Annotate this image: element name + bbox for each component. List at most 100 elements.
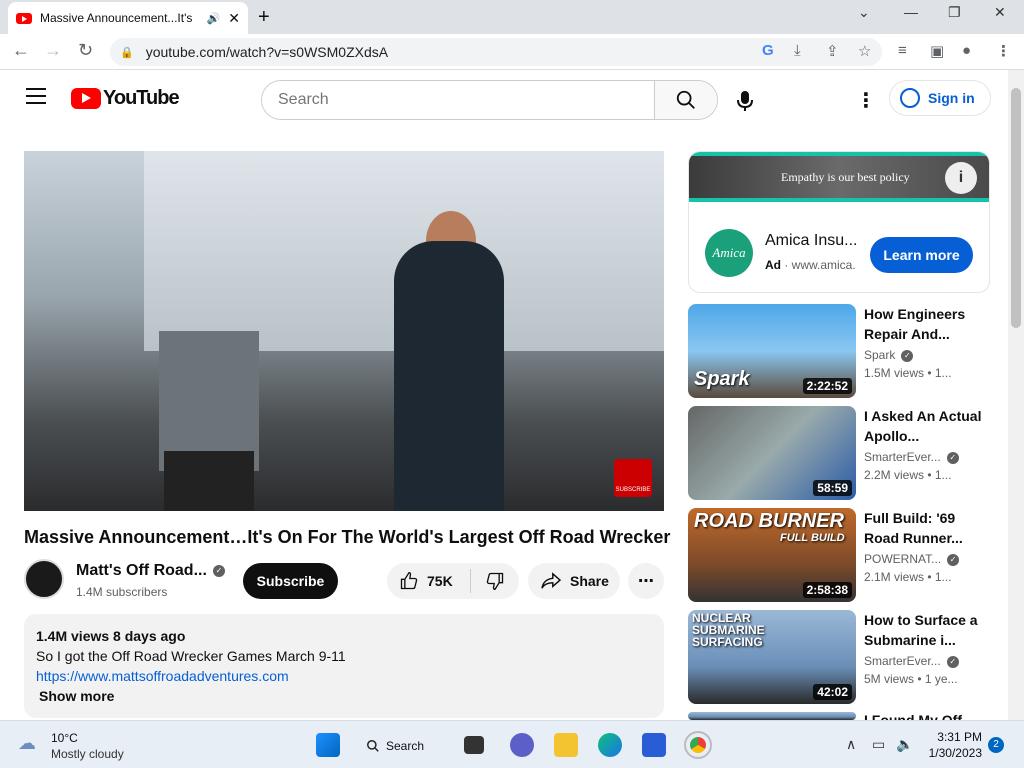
network-icon[interactable]: ▭ [872,736,885,753]
reload-icon[interactable]: ↻ [78,40,93,61]
recommendation-meta: 5M views • 1 ye... [864,672,958,686]
subscriber-count: 1.4M subscribers [76,585,168,599]
thumbnail-label: ROAD BURNER [694,510,844,532]
recommendation-item[interactable]: NUCLEAR SUBMARINE SURFACING 42:02 How to… [688,610,990,704]
ad-meta: Ad · www.amica. [765,258,856,272]
restore-icon[interactable]: ❐ [948,4,961,21]
recommendation-meta: 1.5M views • 1... [864,366,952,380]
browser-tab-strip: Massive Announcement...It's 🔊 ✕ + ⌄ — ❐ … [0,0,1024,34]
youtube-logo[interactable]: YouTube [71,87,180,110]
recommendation-title: I Asked An Actual Apollo... [864,408,982,444]
cloud-icon: ☁ [18,733,36,753]
youtube-header: YouTube ⋮ Sign in [0,70,1008,126]
sign-in-button[interactable]: Sign in [889,80,991,116]
thumbnail-label: Spark [694,368,750,390]
task-view-icon[interactable] [464,736,484,754]
system-clock[interactable]: 3:31 PM 1/30/2023 [920,729,982,761]
scrollbar-thumb[interactable] [1011,88,1021,328]
side-panel-icon[interactable]: ▣ [930,42,944,60]
page-scrollbar[interactable] [1008,70,1024,720]
close-tab-icon[interactable]: ✕ [228,10,240,27]
recommendation-title: How Engineers Repair And... [864,306,966,342]
chat-icon[interactable] [510,733,534,757]
ad-banner[interactable]: Empathy is our best policy i [689,152,989,202]
hamburger-menu-icon[interactable] [26,88,46,104]
search-box [261,80,718,120]
description-box[interactable]: 1.4M views 8 days ago So I got the Off R… [24,614,664,718]
ad-card[interactable]: Empathy is our best policy i Amica Amica… [688,151,990,293]
speaker-icon[interactable]: 🔊 [207,12,221,25]
settings-kebab-icon[interactable]: ⋮ [856,88,876,113]
profile-icon[interactable]: ● [962,42,971,59]
like-button[interactable]: 75K [387,569,471,593]
media-controls-icon[interactable]: ≡ [898,42,907,59]
video-thumbnail[interactable] [688,712,856,720]
video-player[interactable]: SUBSCRIBE [24,151,664,511]
back-icon[interactable]: ← [12,40,30,61]
recommendation-meta: 2.1M views • 1... [864,570,952,584]
recommendation-channel: POWERNAT... ✓ [864,552,960,566]
recommendation-item[interactable]: ROAD BURNER FULL BUILD 2:58:38 Full Buil… [688,508,990,602]
account-icon [900,88,920,108]
chrome-icon[interactable] [684,731,712,759]
edge-browser-icon[interactable] [598,733,622,757]
thumbs-up-icon [400,571,418,590]
dislike-button[interactable] [471,571,519,591]
new-tab-icon[interactable]: + [258,6,270,29]
microphone-icon[interactable] [736,90,754,112]
channel-name[interactable]: Matt's Off Road... ✓ [76,562,225,580]
search-icon [676,90,695,109]
search-input[interactable] [262,81,654,119]
recommendation-channel: Spark ✓ [864,348,914,362]
close-window-icon[interactable]: ✕ [994,4,1006,21]
thumbnail-sublabel: FULL BUILD [780,532,845,544]
logo-text: YouTube [103,87,180,109]
google-icon[interactable]: G [762,42,774,59]
recommendation-item[interactable]: 58:59 I Asked An Actual Apollo... Smarte… [688,406,990,500]
info-icon[interactable]: i [945,162,977,194]
video-thumbnail[interactable]: NUCLEAR SUBMARINE SURFACING 42:02 [688,610,856,704]
notification-badge[interactable]: 2 [988,737,1004,753]
install-icon[interactable]: ⤓ [794,42,801,59]
ad-banner-text: Empathy is our best policy [781,170,910,184]
browser-menu-icon[interactable]: ⋮ [996,42,1011,60]
taskbar-search-label: Search [386,739,425,753]
channel-avatar[interactable] [24,559,64,599]
recommendation-channel: SmarterEver... ✓ [864,654,959,668]
video-title: Massive Announcement…It's On For The Wor… [24,527,671,547]
volume-icon[interactable]: 🔈 [896,736,913,753]
share-page-icon[interactable]: ⇪ [826,42,839,60]
learn-more-button[interactable]: Learn more [870,237,973,273]
ad-title: Amica Insu... [765,232,858,249]
minimize-icon[interactable]: — [904,4,918,20]
share-button[interactable]: Share [528,563,620,599]
microsoft-store-icon[interactable] [642,733,666,757]
search-button[interactable] [654,81,717,119]
video-thumbnail[interactable]: ROAD BURNER FULL BUILD 2:58:38 [688,508,856,602]
forward-icon[interactable]: → [44,40,62,61]
show-more-button[interactable]: Show more [36,686,652,706]
taskbar-search[interactable]: Search [366,732,442,760]
bookmark-star-icon[interactable]: ☆ [858,42,871,60]
chevron-up-icon[interactable]: ∧ [846,736,856,753]
address-bar-row: ← → ↻ 🔒 youtube.com/watch?v=s0WSM0ZXdsA … [0,34,1024,70]
recommendation-item[interactable]: I Found My Off [688,712,990,720]
browser-tab[interactable]: Massive Announcement...It's 🔊 ✕ [8,2,248,34]
weather-status: Mostly cloudy [51,747,124,761]
sign-in-label: Sign in [928,90,975,106]
duration-badge: 2:58:38 [802,582,852,598]
more-actions-icon[interactable]: ⋯ [628,563,664,599]
recommendation-item[interactable]: Spark 2:22:52 How Engineers Repair And..… [688,304,990,398]
tab-title: Massive Announcement...It's [40,11,193,25]
subscribe-button[interactable]: Subscribe [243,563,338,599]
video-thumbnail[interactable]: Spark 2:22:52 [688,304,856,398]
description-link[interactable]: https://www.mattsoffroadadventures.com [36,668,289,684]
recommendation-title: I Found My Off [864,712,962,720]
windows-taskbar: ☁ 10°C Mostly cloudy Search ∧ ▭ 🔈 3:31 P… [0,720,1024,768]
file-explorer-icon[interactable] [554,733,578,757]
start-windows-icon[interactable] [316,733,340,757]
subscribe-watermark[interactable]: SUBSCRIBE [614,459,652,497]
chevron-down-icon[interactable]: ⌄ [858,4,870,21]
video-thumbnail[interactable]: 58:59 [688,406,856,500]
video-frame-person [394,241,504,511]
